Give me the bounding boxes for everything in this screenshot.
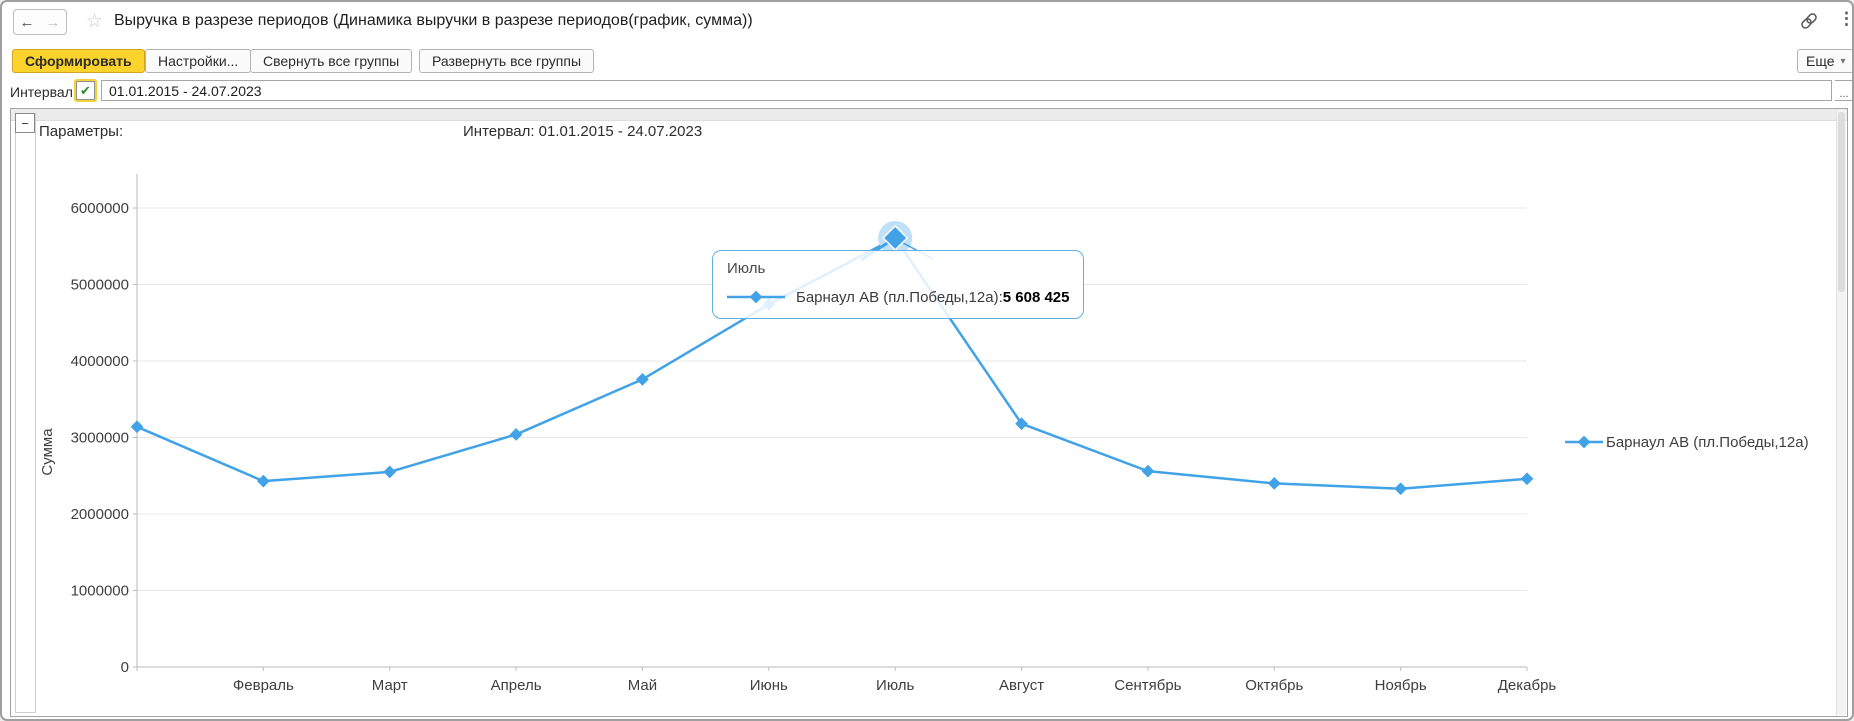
tooltip-series-glyph — [727, 290, 785, 304]
interval-label: Интервал: — [10, 84, 77, 100]
page-title: Выручка в разрезе периодов (Динамика выр… — [114, 12, 753, 30]
back-arrow-icon: ← — [20, 14, 35, 31]
interval-input[interactable]: 01.01.2015 - 24.07.2023 — [101, 80, 1832, 101]
more-button[interactable]: Еще ▾ — [1797, 49, 1854, 73]
more-menu-dots-icon[interactable]: ⋮ — [1838, 9, 1854, 29]
settings-button[interactable]: Настройки... — [145, 49, 251, 73]
forward-button[interactable]: → — [40, 10, 66, 34]
scrollbar-thumb[interactable] — [1838, 112, 1845, 292]
expand-all-groups-button[interactable]: Развернуть все группы — [419, 49, 594, 73]
toolbar: Сформировать Настройки... Свернуть все г… — [2, 46, 1852, 76]
parameters-label: Параметры: — [39, 123, 123, 140]
get-link-icon[interactable] — [1799, 11, 1819, 31]
generate-button[interactable]: Сформировать — [12, 49, 145, 73]
forward-arrow-icon: → — [46, 14, 61, 31]
tooltip-value: 5 608 425 — [1003, 289, 1070, 306]
back-button[interactable]: ← — [14, 10, 40, 34]
tooltip-category: Июль — [727, 258, 1069, 280]
tooltip-series-name: Барнаул АВ (пл.Победы,12а): — [796, 289, 1003, 306]
collapse-all-groups-button[interactable]: Свернуть все группы — [250, 49, 412, 73]
check-icon: ✔ — [80, 83, 91, 99]
report-area: − Параметры: Интервал: 01.01.2015 - 24.0… — [10, 108, 1848, 717]
interval-choose-button[interactable]: ... — [1835, 80, 1854, 101]
app-window: ← → ☆ Выручка в разрезе периодов (Динами… — [0, 0, 1854, 721]
report-top-band — [11, 109, 1847, 121]
interval-input-value: 01.01.2015 - 24.07.2023 — [109, 83, 262, 99]
interval-checkbox[interactable]: ✔ — [76, 81, 95, 100]
nav-buttons: ← → — [13, 9, 67, 35]
chevron-down-icon: ▾ — [1841, 56, 1846, 67]
report-interval-header: Интервал: 01.01.2015 - 24.07.2023 — [463, 123, 702, 140]
favorite-star-icon[interactable]: ☆ — [86, 10, 103, 33]
collapse-group-button[interactable]: − — [15, 113, 35, 133]
more-button-label: Еще — [1806, 53, 1835, 69]
group-gutter — [15, 113, 36, 713]
chart-tooltip: Июль Барнаул АВ (пл.Победы,12а): 5 608 4… — [712, 250, 1084, 319]
vertical-scrollbar[interactable] — [1836, 110, 1846, 715]
